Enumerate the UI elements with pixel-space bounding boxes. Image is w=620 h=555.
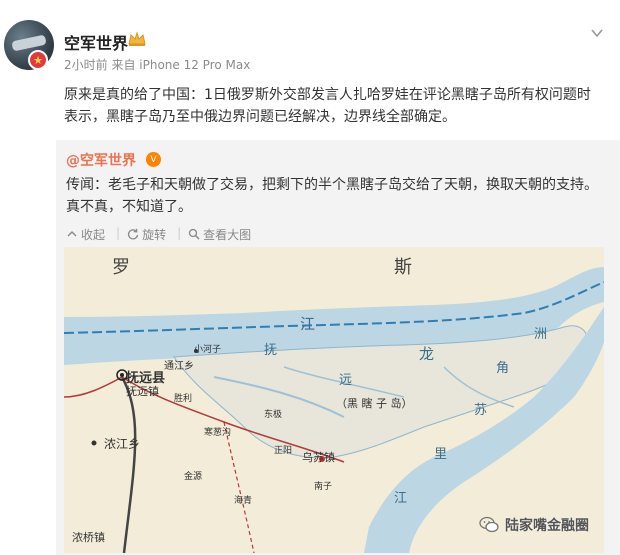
map-label-heixiazi: （黑 瞎 子 岛） <box>336 397 413 410</box>
toolbar-divider: | <box>116 226 121 240</box>
post-meta: 2小时前 来自 iPhone 12 Pro Max <box>64 58 251 72</box>
wechat-icon <box>479 516 499 533</box>
map-label-nanzi: 南子 <box>314 482 333 492</box>
collapse-label: 收起 <box>81 227 106 242</box>
map-label-fuyuan-town: 抚远镇 <box>126 385 159 398</box>
watermark: 陆家嘴金融圈 <box>479 515 589 535</box>
retweet-author[interactable]: @空军世界 <box>66 150 136 170</box>
rotate-button[interactable]: 旋转 <box>127 226 166 242</box>
map-label-si: 斯 <box>394 257 412 278</box>
map-label-li: 里 <box>434 447 448 462</box>
map-drawing <box>64 247 604 553</box>
collapse-icon <box>67 231 77 237</box>
chevron-down-icon[interactable] <box>590 26 604 40</box>
map-label-zhou: 洲 <box>534 327 548 342</box>
magnify-icon <box>188 228 200 240</box>
view-large-label: 查看大图 <box>203 227 252 242</box>
map-label-haiqing: 海青 <box>234 496 253 506</box>
map-image[interactable]: 罗 斯 抚远县 抚远镇 通江乡 小河子 浓江乡 胜利 东极 寒葱沟 金源 正阳 … <box>64 247 604 553</box>
map-label-luo: 罗 <box>112 257 130 278</box>
map-label-jinyuan: 金源 <box>184 472 203 482</box>
rotate-icon <box>127 228 139 240</box>
map-label-yuan: 远 <box>339 373 353 388</box>
map-label-jiang2: 江 <box>394 491 408 506</box>
collapse-button[interactable]: 收起 <box>66 226 105 242</box>
image-toolbar: 收起 | 旋转 | 查看大图 <box>66 226 255 242</box>
map-label-shengli: 胜利 <box>174 394 193 404</box>
map-label-nonghe: 浓桥镇 <box>72 531 105 544</box>
verified-badge-icon: ★ <box>28 50 48 70</box>
crown-icon <box>128 31 146 46</box>
retweet-card: @空军世界 V 传闻：老毛子和天朝做了交易，把剩下的半个黑瞎子岛交给了天朝，换取… <box>56 140 620 555</box>
map-label-xiaohezi: 小河子 <box>194 345 222 355</box>
post-text: 原来是真的给了中国：1日俄罗斯外交部发言人扎哈罗娃在评论黑瞎子岛所有权问题时表示… <box>64 87 591 125</box>
map-label-fu: 抚 <box>264 343 278 358</box>
map-label-hanjia: 寒葱沟 <box>204 428 232 438</box>
map-label-tongjiang: 通江乡 <box>164 361 194 372</box>
retweet-verified-icon: V <box>146 152 161 167</box>
view-large-button[interactable]: 查看大图 <box>188 226 251 242</box>
map-label-long: 龙 <box>419 345 435 363</box>
rotate-label: 旋转 <box>142 227 167 242</box>
map-label-nongjiang: 浓江乡 <box>104 437 141 451</box>
user-name[interactable]: 空军世界 <box>64 30 128 54</box>
map-label-wusu-town: 乌苏镇 <box>302 451 335 464</box>
post-header: ★ 空军世界 2小时前 来自 iPhone 12 Pro Max <box>0 0 620 80</box>
map-label-zhengyang: 正阳 <box>274 446 293 456</box>
map-label-jiang: 江 <box>300 315 316 333</box>
map-label-su: 苏 <box>474 403 488 418</box>
avatar-plane-image <box>11 34 47 52</box>
map-label-jiao: 角 <box>496 361 510 376</box>
retweet-text: 传闻：老毛子和天朝做了交易，把剩下的半个黑瞎子岛交给了天朝，换取天朝的支持。真不… <box>66 177 598 215</box>
map-label-dongji: 东极 <box>264 410 283 420</box>
toolbar-divider: | <box>177 226 182 240</box>
watermark-text: 陆家嘴金融圈 <box>505 518 589 534</box>
